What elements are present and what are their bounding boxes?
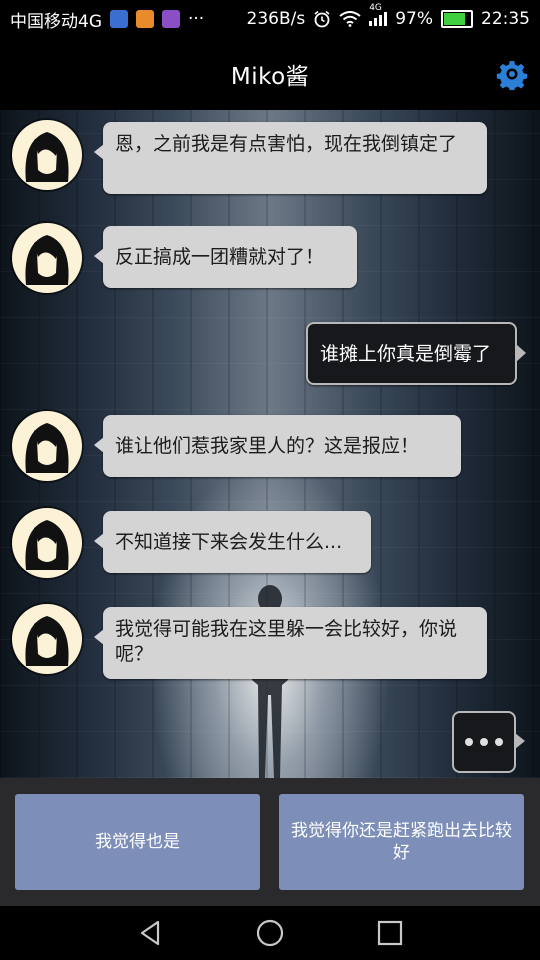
battery-icon — [441, 10, 473, 28]
avatar[interactable] — [12, 411, 82, 481]
reply-choice-button[interactable]: 我觉得也是 — [15, 794, 260, 890]
message-text: 反正搞成一团糟就对了！ — [115, 246, 325, 268]
message-bubble: 不知道接下来会发生什么... — [94, 511, 371, 573]
message-text: 谁摊上你真是倒霉了 — [320, 343, 492, 365]
back-icon[interactable] — [136, 919, 164, 947]
reply-choice-label: 我觉得你还是赶紧跑出去比较好 — [291, 821, 512, 863]
more-notifications-icon: ··· — [188, 9, 205, 29]
status-bar-right: 236B/s 4G 97% 22:35 — [246, 3, 531, 29]
wifi-icon — [339, 11, 361, 27]
chat-area[interactable]: 恩，之前我是有点害怕，现在我倒镇定了 反正搞成一团糟就对了！ 谁摊上你真是倒霉了 — [0, 110, 540, 778]
signal-icon: 4G — [369, 3, 388, 26]
message-bubble: 反正搞成一团糟就对了！ — [94, 226, 357, 288]
app-header: Miko酱 — [0, 38, 540, 110]
network-speed: 236B/s — [246, 9, 306, 29]
recents-icon[interactable] — [376, 919, 404, 947]
reply-choice-button[interactable]: 我觉得你还是赶紧跑出去比较好 — [279, 794, 524, 890]
avatar[interactable] — [12, 223, 82, 293]
message-text: 不知道接下来会发生什么... — [115, 531, 343, 553]
typing-indicator — [452, 711, 525, 773]
home-icon[interactable] — [256, 919, 284, 947]
message-bubble: 我觉得可能我在这里躲一会比较好，你说呢？ — [94, 607, 487, 679]
avatar[interactable] — [12, 508, 82, 578]
gear-icon[interactable] — [496, 58, 528, 90]
app-icon-blue — [110, 10, 128, 28]
message-text: 谁让他们惹我家里人的？这是报应！ — [115, 435, 420, 457]
reply-choice-label: 我觉得也是 — [95, 832, 180, 852]
page-title: Miko酱 — [230, 64, 310, 90]
avatar-icon — [25, 132, 69, 182]
typing-dot — [480, 738, 488, 746]
clock: 22:35 — [481, 9, 530, 29]
battery-percent: 97% — [395, 9, 433, 29]
reply-choices: 我觉得也是 我觉得你还是赶紧跑出去比较好 — [0, 778, 540, 906]
message-text: 我觉得可能我在这里躲一会比较好，你说呢？ — [115, 618, 458, 665]
message-text: 恩，之前我是有点害怕，现在我倒镇定了 — [115, 133, 458, 155]
avatar[interactable] — [12, 604, 82, 674]
message-bubble: 谁摊上你真是倒霉了 — [306, 322, 526, 385]
system-nav-bar — [0, 906, 540, 960]
alarm-icon — [314, 10, 330, 28]
message-bubble: 谁让他们惹我家里人的？这是报应！ — [94, 415, 461, 477]
status-bar-left: 中国移动4G ··· — [10, 7, 204, 32]
carrier-label: 中国移动4G — [10, 11, 102, 32]
app-icon-purple — [162, 10, 180, 28]
signal-label: 4G — [369, 3, 382, 13]
avatar-icon — [25, 616, 69, 666]
avatar-icon — [25, 423, 69, 473]
typing-dot — [465, 738, 473, 746]
avatar-icon — [25, 235, 69, 285]
status-bar: 中国移动4G ··· 236B/s 4G 97% 22:35 — [0, 0, 540, 38]
avatar-icon — [25, 520, 69, 570]
typing-dot — [495, 738, 503, 746]
message-bubble: 恩，之前我是有点害怕，现在我倒镇定了 — [94, 122, 487, 194]
avatar[interactable] — [12, 120, 82, 190]
app-icon-orange — [136, 10, 154, 28]
